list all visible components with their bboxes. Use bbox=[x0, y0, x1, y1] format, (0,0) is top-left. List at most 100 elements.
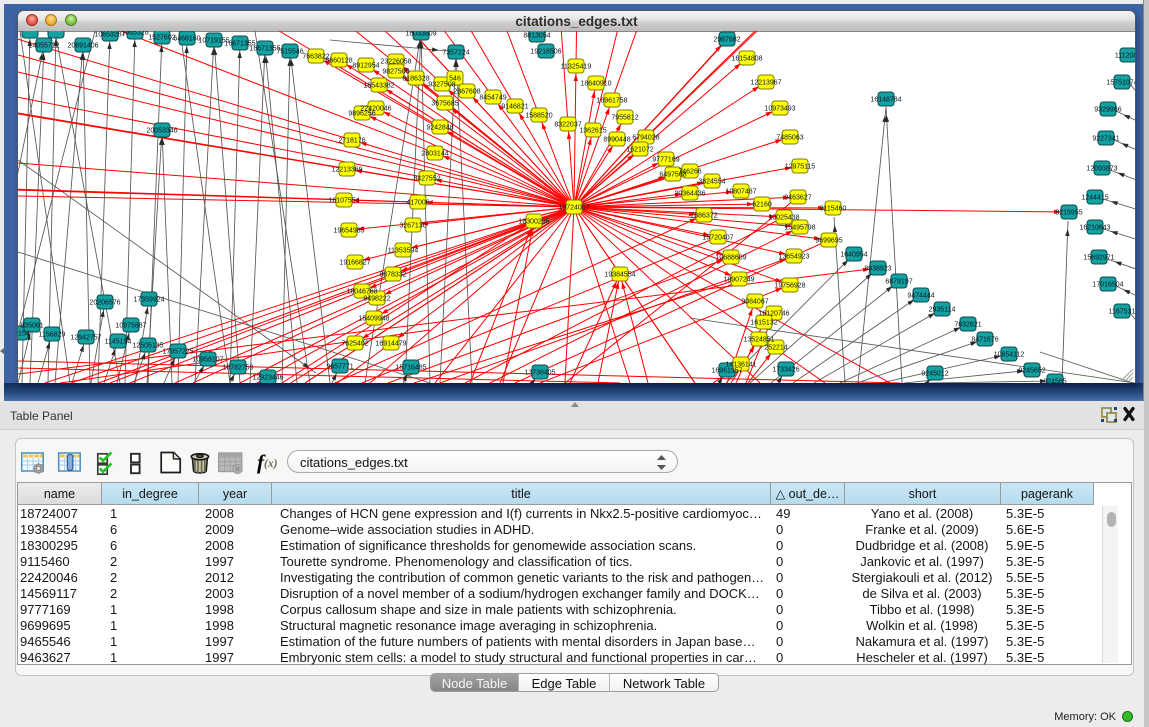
svg-text:18300295: 18300295 bbox=[518, 219, 549, 226]
svg-text:1065328: 1065328 bbox=[121, 31, 148, 37]
svg-text:15495798: 15495798 bbox=[784, 225, 815, 232]
svg-text:9474444: 9474444 bbox=[907, 293, 934, 300]
svg-text:8215955: 8215955 bbox=[1055, 210, 1082, 217]
svg-text:9657771: 9657771 bbox=[326, 364, 353, 371]
svg-text:12923446: 12923446 bbox=[252, 375, 283, 382]
svg-text:16961957: 16961957 bbox=[711, 368, 742, 375]
svg-text:19756928: 19756928 bbox=[774, 283, 805, 290]
svg-text:12213369: 12213369 bbox=[331, 167, 362, 174]
svg-text:19166827: 19166827 bbox=[339, 260, 370, 267]
svg-text:16543382: 16543382 bbox=[363, 83, 394, 90]
svg-text:15409948: 15409948 bbox=[358, 316, 389, 323]
svg-text:924565: 924565 bbox=[1043, 379, 1066, 384]
svg-text:12213967: 12213967 bbox=[750, 80, 781, 87]
svg-text:6879197: 6879197 bbox=[885, 279, 912, 286]
svg-text:62160: 62160 bbox=[752, 202, 772, 209]
svg-text:2718176: 2718176 bbox=[338, 138, 365, 145]
svg-text:746266: 746266 bbox=[678, 169, 701, 176]
svg-text:13736405: 13736405 bbox=[524, 370, 555, 377]
svg-text:3267130: 3267130 bbox=[399, 223, 426, 230]
svg-text:9498222: 9498222 bbox=[363, 296, 390, 303]
svg-text:9827509: 9827509 bbox=[382, 69, 409, 76]
svg-text:16154808: 16154808 bbox=[731, 56, 762, 63]
svg-text:2987682: 2987682 bbox=[713, 37, 740, 44]
svg-text:18907249: 18907249 bbox=[723, 277, 754, 284]
svg-text:3675685: 3675685 bbox=[431, 101, 458, 108]
svg-text:9327508: 9327508 bbox=[428, 82, 455, 89]
svg-text:11353594: 11353594 bbox=[388, 248, 419, 255]
svg-text:1640954: 1640954 bbox=[840, 252, 867, 259]
svg-text:15692971: 15692971 bbox=[1083, 255, 1114, 262]
svg-text:7625402: 7625402 bbox=[341, 341, 368, 348]
svg-text:8938923: 8938923 bbox=[864, 266, 891, 273]
svg-text:10654112: 10654112 bbox=[994, 352, 1025, 359]
svg-text:546: 546 bbox=[449, 76, 461, 83]
svg-text:19218506: 19218506 bbox=[530, 49, 561, 56]
svg-text:1615132: 1615132 bbox=[750, 320, 777, 327]
svg-text:12942757: 12942757 bbox=[70, 335, 101, 342]
svg-text:16782759: 16782759 bbox=[222, 365, 253, 372]
svg-text:11325419: 11325419 bbox=[561, 64, 592, 71]
svg-text:(x): (x) bbox=[264, 458, 278, 470]
svg-text:9084067: 9084067 bbox=[741, 299, 768, 306]
svg-text:1244415: 1244415 bbox=[1081, 195, 1108, 202]
svg-text:13524851: 13524851 bbox=[743, 337, 774, 344]
svg-text:8322037: 8322037 bbox=[554, 122, 581, 129]
svg-text:7955812: 7955812 bbox=[611, 115, 638, 122]
svg-text:19654985: 19654985 bbox=[333, 228, 364, 235]
svg-text:1156829: 1156829 bbox=[39, 332, 66, 339]
svg-text:18046768: 18046768 bbox=[346, 289, 377, 296]
svg-text:9699695: 9699695 bbox=[815, 238, 842, 245]
svg-text:8878332: 8878332 bbox=[379, 272, 406, 279]
svg-text:18724007: 18724007 bbox=[558, 205, 589, 212]
svg-text:16961758: 16961758 bbox=[596, 98, 627, 105]
svg-text:16033809: 16033809 bbox=[405, 31, 436, 38]
svg-text:8427552: 8427552 bbox=[413, 176, 440, 183]
svg-text:9777169: 9777169 bbox=[652, 157, 679, 164]
svg-text:10688609: 10688609 bbox=[715, 255, 746, 262]
svg-text:16120746: 16120746 bbox=[758, 311, 789, 318]
svg-text:2935114: 2935114 bbox=[929, 307, 956, 314]
svg-text:9896256: 9896256 bbox=[348, 111, 375, 118]
svg-text:9146821: 9146821 bbox=[501, 104, 528, 111]
svg-text:7515546: 7515546 bbox=[276, 49, 303, 56]
svg-text:8990448: 8990448 bbox=[603, 137, 630, 144]
svg-text:16107554: 16107554 bbox=[328, 198, 359, 205]
svg-text:20691406: 20691406 bbox=[67, 43, 98, 50]
svg-text:1733426: 1733426 bbox=[772, 367, 799, 374]
svg-text:1145194: 1145194 bbox=[105, 339, 132, 346]
svg-text:10958107: 10958107 bbox=[192, 357, 223, 364]
svg-text:23226058: 23226058 bbox=[380, 59, 411, 66]
svg-text:8471676: 8471676 bbox=[971, 337, 998, 344]
svg-text:19384554: 19384554 bbox=[604, 272, 635, 279]
svg-text:14055712: 14055712 bbox=[28, 43, 59, 50]
svg-text:20364436: 20364436 bbox=[674, 191, 705, 198]
svg-text:1621072: 1621072 bbox=[626, 147, 653, 154]
svg-text:7632621: 7632621 bbox=[954, 322, 981, 329]
svg-text:15751074: 15751074 bbox=[1106, 80, 1135, 87]
svg-text:2867608: 2867608 bbox=[453, 89, 480, 96]
svg-text:9245012: 9245012 bbox=[921, 371, 948, 378]
svg-text:1527602: 1527602 bbox=[148, 35, 175, 42]
svg-text:2803144: 2803144 bbox=[421, 151, 448, 158]
svg-text:9115460: 9115460 bbox=[820, 206, 847, 213]
svg-text:12505135: 12505135 bbox=[132, 343, 163, 350]
svg-text:1588520: 1588520 bbox=[525, 113, 552, 120]
svg-text:12093873: 12093873 bbox=[1086, 166, 1117, 173]
svg-text:9242848: 9242848 bbox=[426, 125, 453, 132]
svg-text:1167531: 1167531 bbox=[1109, 309, 1135, 316]
svg-text:7485063: 7485063 bbox=[776, 135, 803, 142]
svg-text:18640910: 18640910 bbox=[580, 81, 611, 88]
svg-text:17016504: 17016504 bbox=[1092, 282, 1123, 289]
svg-text:7886372: 7886372 bbox=[690, 213, 717, 220]
svg-text:1112089: 1112089 bbox=[1115, 53, 1135, 60]
svg-text:417006: 417006 bbox=[406, 200, 429, 207]
svg-text:17359924: 17359924 bbox=[133, 297, 164, 304]
svg-text:12975115: 12975115 bbox=[785, 164, 816, 171]
svg-text:17957225: 17957225 bbox=[162, 349, 193, 356]
svg-text:6466160: 6466160 bbox=[173, 36, 200, 43]
svg-text:16148784: 16148784 bbox=[870, 97, 901, 104]
svg-text:8660128: 8660128 bbox=[325, 58, 352, 65]
svg-text:13654923: 13654923 bbox=[778, 254, 809, 261]
svg-text:16914479: 16914479 bbox=[375, 341, 406, 348]
